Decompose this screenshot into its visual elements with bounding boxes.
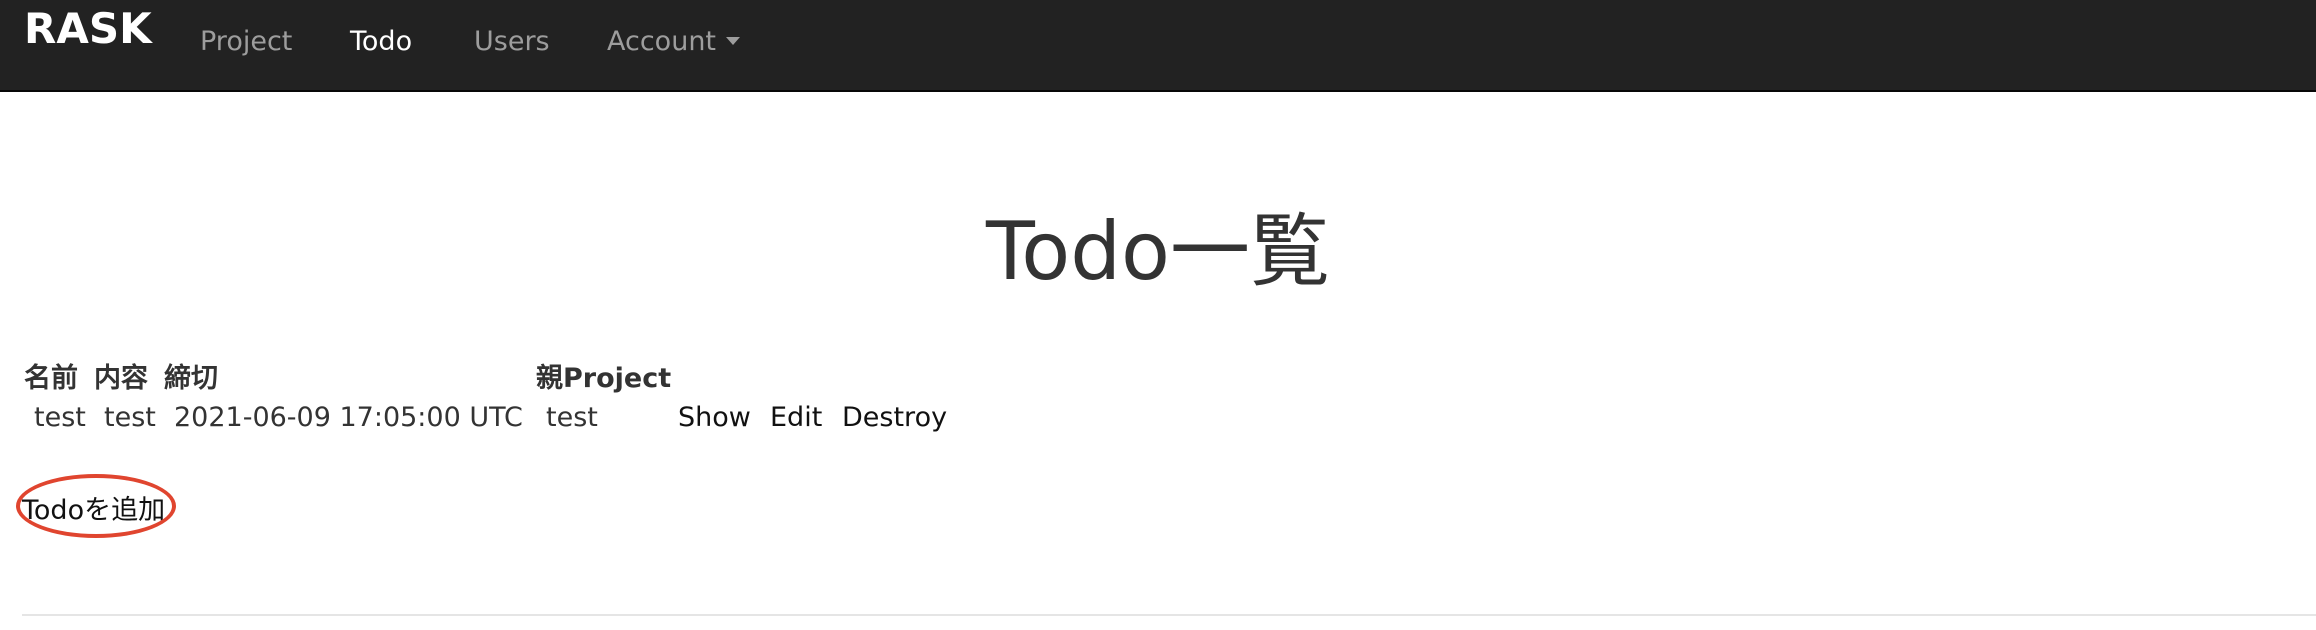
header-deadline: 締切 xyxy=(164,363,218,394)
header-parent-project: 親Project xyxy=(536,363,672,394)
cell-deadline: 2021-06-09 17:05:00 UTC xyxy=(174,402,523,433)
show-link[interactable]: Show xyxy=(678,402,751,433)
header-content: 内容 xyxy=(94,363,148,394)
brand-logo[interactable]: RASK xyxy=(24,4,152,53)
navbar: RASK Project Todo Users Account xyxy=(0,0,2316,92)
cell-project: test xyxy=(546,402,598,433)
destroy-link[interactable]: Destroy xyxy=(842,402,947,433)
nav-item-account-label: Account xyxy=(607,26,717,57)
nav-item-account[interactable]: Account xyxy=(607,26,741,57)
footer-divider xyxy=(22,614,2316,616)
nav-item-users[interactable]: Users xyxy=(474,26,550,57)
edit-link[interactable]: Edit xyxy=(770,402,822,433)
nav-item-todo[interactable]: Todo xyxy=(350,26,412,57)
nav-item-project[interactable]: Project xyxy=(200,26,292,57)
page-title: Todo一覧 xyxy=(986,205,1330,298)
cell-content: test xyxy=(104,402,156,433)
add-todo-link[interactable]: Todoを追加 xyxy=(22,488,165,527)
header-name: 名前 xyxy=(24,363,78,394)
cell-name: test xyxy=(34,402,86,433)
caret-down-icon xyxy=(726,36,741,45)
